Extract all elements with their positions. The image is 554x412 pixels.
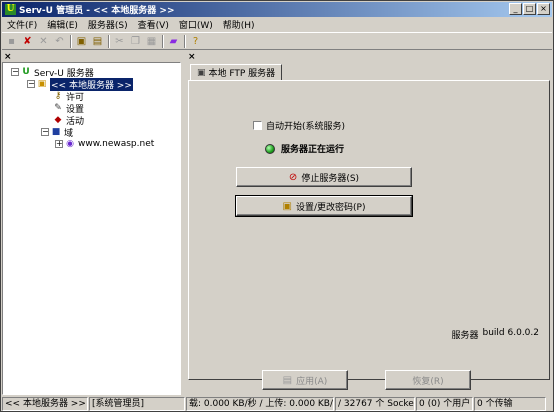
save-icon[interactable]: ▪: [5, 35, 18, 48]
set-password-label: 设置/更改密码(P): [295, 202, 366, 213]
close-button[interactable]: ×: [537, 3, 550, 15]
detail-pane-close-icon[interactable]: ×: [188, 52, 196, 62]
book-icon[interactable]: ▰: [167, 35, 180, 48]
menu-window[interactable]: 窗口(W): [174, 18, 218, 31]
status-transfers: 0 个传输: [474, 397, 546, 411]
toolbar-separator: [70, 34, 72, 48]
toolbar: ▪ ✘ ✕ ↶ ▣ ▤ ✂ ❐ ▦ ▰ ?: [2, 32, 552, 50]
status-sockets: / 32767 个 Socket: [335, 397, 415, 411]
domain-icon: ◉: [66, 139, 74, 149]
computer-icon: ▣: [197, 67, 206, 78]
toolbar-separator: [184, 34, 186, 48]
server-tree[interactable]: − U Serv-U 服务器 − ▣ << 本地服务器 >> ⚷ 许可 ✎ 设置…: [2, 62, 181, 395]
status-role: [系统管理员]: [89, 397, 185, 411]
stop-server-button[interactable]: ⊘ 停止服务器(S): [236, 167, 412, 187]
menu-file[interactable]: 文件(F): [2, 18, 42, 31]
status-bar: << 本地服务器 >> [系统管理员] 载: 0.000 KB/秒 / 上传: …: [2, 397, 552, 411]
activity-icon: ◆: [54, 115, 62, 125]
servu-app-icon: U: [5, 4, 16, 15]
status-traffic: 载: 0.000 KB/秒 / 上传: 0.000 KB/秒: [186, 397, 334, 411]
new-folder-icon[interactable]: ▤: [91, 35, 104, 48]
servu-server-icon: U: [22, 67, 30, 77]
tree-item-local-server[interactable]: − ▣ << 本地服务器 >>: [27, 77, 133, 91]
autostart-row[interactable]: 自动开始(系统服务): [253, 119, 345, 132]
collapse-icon[interactable]: −: [11, 68, 19, 76]
status-server: << 本地服务器 >>: [2, 397, 88, 411]
menu-view[interactable]: 查看(V): [133, 18, 174, 31]
build-label: 服务器: [451, 331, 479, 341]
key-icon: ⚷: [54, 91, 62, 101]
undo-icon[interactable]: ↶: [53, 35, 66, 48]
tree-item-activity[interactable]: ◆ 活动: [53, 114, 84, 127]
copy-icon[interactable]: ❐: [129, 35, 142, 48]
paste-icon[interactable]: ▦: [145, 35, 158, 48]
build-version: build 6.0.0.2: [482, 328, 539, 338]
tree-pane-close-icon[interactable]: ×: [4, 52, 12, 62]
cut-icon[interactable]: ✂: [113, 35, 126, 48]
expand-icon[interactable]: +: [55, 140, 63, 148]
help-icon[interactable]: ?: [189, 35, 202, 48]
lock-icon: ▣: [282, 200, 292, 212]
window-title: Serv-U 管理员 - << 本地服务器 >>: [19, 6, 175, 16]
tree-item-domains[interactable]: − ■ 域: [41, 126, 74, 139]
restore-button[interactable]: 恢复(R): [385, 370, 471, 390]
toolbar-separator: [108, 34, 110, 48]
tree-item-root[interactable]: − U Serv-U 服务器: [11, 66, 94, 79]
tab-local-ftp-server[interactable]: ▣ 本地 FTP 服务器: [190, 64, 283, 81]
menu-edit[interactable]: 编辑(E): [42, 18, 83, 31]
detail-pane: × ▣ 本地 FTP 服务器 自动开始(系统服务) 服务器正在运行 ⊘ 停止服务…: [186, 52, 552, 395]
apply-label: 应用(A): [296, 376, 328, 387]
server-status: 服务器正在运行: [265, 142, 344, 155]
menu-help[interactable]: 帮助(H): [218, 18, 260, 31]
tab-label: 本地 FTP 服务器: [208, 69, 276, 79]
tree-item-label: << 本地服务器 >>: [50, 77, 133, 91]
maximize-button[interactable]: □: [523, 3, 536, 15]
delete-icon[interactable]: ✘: [21, 35, 34, 48]
set-password-button[interactable]: ▣ 设置/更改密码(P): [235, 195, 413, 217]
autostart-label: 自动开始(系统服务): [266, 122, 346, 132]
collapse-icon[interactable]: −: [41, 128, 49, 136]
apply-icon: ▤: [282, 374, 293, 386]
stop-icon: ⊘: [288, 171, 298, 183]
tree-item-label: 域: [64, 128, 74, 139]
tree-pane: × − U Serv-U 服务器 − ▣ << 本地服务器 >> ⚷ 许可 ✎ …: [2, 52, 182, 395]
stop-server-label: 停止服务器(S): [301, 173, 360, 184]
computer-icon: ▣: [37, 79, 47, 89]
server-status-text: 服务器正在运行: [281, 145, 345, 155]
domains-icon: ■: [51, 127, 61, 137]
cancel-icon[interactable]: ✕: [37, 35, 50, 48]
build-info: 服务器 build 6.0.0.2: [452, 328, 540, 341]
status-users: 0 (0) 个用户: [416, 397, 473, 411]
window-controls: _ □ ×: [509, 3, 550, 15]
tree-item-license[interactable]: ⚷ 许可: [53, 90, 84, 103]
tree-item-domain[interactable]: + ◉ www.newasp.net: [55, 138, 154, 150]
main-window: U Serv-U 管理员 - << 本地服务器 >> _ □ × 文件(F) 编…: [0, 0, 554, 412]
toolbar-separator: [162, 34, 164, 48]
settings-icon: ✎: [54, 103, 62, 113]
apply-button[interactable]: ▤ 应用(A): [262, 370, 348, 390]
collapse-icon[interactable]: −: [27, 80, 35, 88]
tab-panel: 自动开始(系统服务) 服务器正在运行 ⊘ 停止服务器(S) ▣ 设置/更改密码(…: [188, 80, 550, 380]
running-led-icon: [265, 143, 275, 154]
tree-item-settings[interactable]: ✎ 设置: [53, 102, 84, 115]
title-bar[interactable]: U Serv-U 管理员 - << 本地服务器 >> _ □ ×: [2, 2, 552, 17]
minimize-button[interactable]: _: [509, 3, 522, 15]
folder-up-icon[interactable]: ▣: [75, 35, 88, 48]
restore-label: 恢复(R): [412, 376, 444, 387]
menu-server[interactable]: 服务器(S): [83, 18, 133, 31]
autostart-checkbox[interactable]: [253, 121, 262, 130]
tree-item-label: www.newasp.net: [78, 139, 155, 149]
menu-bar: 文件(F) 编辑(E) 服务器(S) 查看(V) 窗口(W) 帮助(H): [2, 17, 552, 31]
